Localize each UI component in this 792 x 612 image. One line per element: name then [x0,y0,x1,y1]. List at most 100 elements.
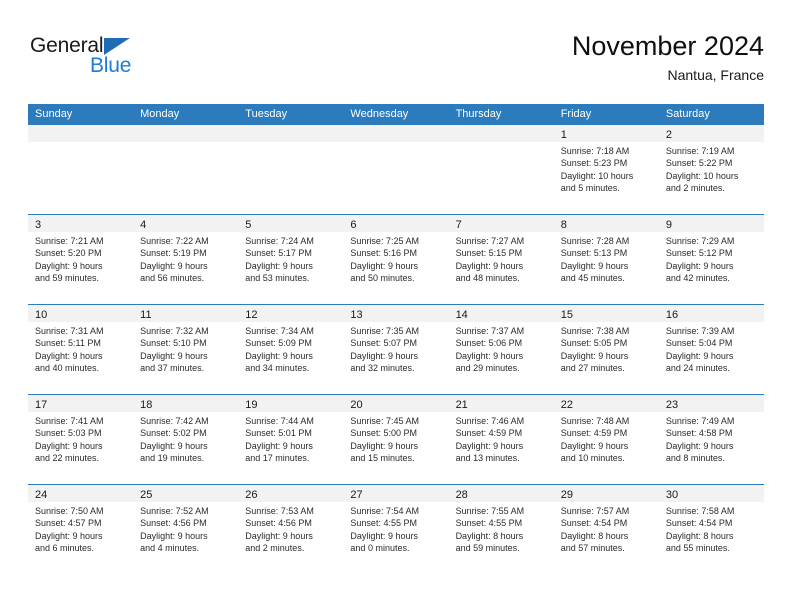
calendar-day-cell[interactable]: 6 Sunrise: 7:25 AM Sunset: 5:16 PM Daylight… [343,215,449,304]
calendar-day-cell[interactable]: 3 Sunrise: 7:21 AM Sunset: 5:20 PM Daylight… [28,215,134,304]
day-detail-line: and 5 minutes. [560,183,620,194]
day-detail-line: Daylight: 9 hours [245,350,313,361]
day-details: Sunrise: 7:55 AM Sunset: 4:55 PM Daylight:… [449,502,554,555]
day-detail-line: Sunset: 4:56 PM [140,518,207,529]
day-detail-line: and 24 minutes. [665,363,730,374]
calendar-day-cell-empty [448,125,554,214]
day-number-band: 26 [238,485,344,502]
day-number: 27 [350,489,363,501]
day-detail-line: Daylight: 9 hours [560,440,629,451]
day-detail-line: Sunrise: 7:22 AM [140,236,209,246]
calendar-day-cell[interactable]: 28 Sunrise: 7:55 AM Sunset: 4:55 PM Dayligh… [448,485,554,574]
day-number-band: 3 [28,215,134,232]
day-details: Sunrise: 7:57 AM Sunset: 4:54 PM Daylight:… [554,502,659,555]
weekday-header-tuesday: Tuesday [245,108,288,120]
day-details [449,142,554,145]
day-detail-line: and 45 minutes. [560,273,625,284]
day-detail-line: and 22 minutes. [35,453,100,464]
calendar-day-cell[interactable]: 4 Sunrise: 7:22 AM Sunset: 5:19 PM Daylight… [133,215,239,304]
calendar-day-cell[interactable]: 21 Sunrise: 7:46 AM Sunset: 4:59 PM Dayligh… [448,395,554,484]
day-detail-line: Sunset: 5:16 PM [350,248,417,259]
day-details: Sunrise: 7:24 AM Sunset: 5:17 PM Daylight:… [238,232,343,285]
day-details [238,142,343,145]
day-details: Sunrise: 7:39 AM Sunset: 5:04 PM Daylight:… [659,322,764,375]
calendar-day-cell[interactable]: 26 Sunrise: 7:53 AM Sunset: 4:56 PM Dayligh… [238,485,344,574]
day-detail-line: and 50 minutes. [350,273,415,284]
calendar-day-cell[interactable]: 11 Sunrise: 7:32 AM Sunset: 5:10 PM Dayligh… [133,305,239,394]
day-detail-line: and 17 minutes. [245,453,310,464]
day-number-band: 5 [238,215,344,232]
day-details: Sunrise: 7:50 AM Sunset: 4:57 PM Daylight:… [28,502,133,555]
day-detail-line: and 32 minutes. [350,363,415,374]
day-number-band: 17 [28,395,134,412]
day-details: Sunrise: 7:18 AM Sunset: 5:23 PM Daylight:… [554,142,659,195]
calendar-day-cell[interactable]: 25 Sunrise: 7:52 AM Sunset: 4:56 PM Dayligh… [133,485,239,574]
day-number-band: 11 [133,305,239,322]
day-detail-line: Sunset: 4:55 PM [455,518,523,529]
calendar-day-cell[interactable]: 29 Sunrise: 7:57 AM Sunset: 4:54 PM Dayligh… [553,485,659,574]
calendar-day-cell[interactable]: 13 Sunrise: 7:35 AM Sunset: 5:07 PM Dayligh… [343,305,449,394]
calendar-day-cell[interactable]: 8 Sunrise: 7:28 AM Sunset: 5:13 PM Daylight… [553,215,659,304]
day-details: Sunrise: 7:32 AM Sunset: 5:10 PM Daylight:… [133,322,238,375]
day-details [133,142,238,145]
calendar-day-cell[interactable]: 23 Sunrise: 7:49 AM Sunset: 4:58 PM Dayligh… [658,395,764,484]
calendar-day-cell[interactable]: 30 Sunrise: 7:58 AM Sunset: 4:54 PM Dayligh… [658,485,764,574]
calendar-day-cell[interactable]: 22 Sunrise: 7:48 AM Sunset: 4:59 PM Dayligh… [553,395,659,484]
day-detail-line: Sunrise: 7:21 AM [35,236,104,246]
calendar-day-cell[interactable]: 19 Sunrise: 7:44 AM Sunset: 5:01 PM Dayligh… [238,395,344,484]
day-detail-line: Daylight: 8 hours [560,530,629,541]
day-detail-line: Daylight: 9 hours [350,350,418,361]
day-number-band: 4 [133,215,239,232]
day-number: 16 [665,309,679,321]
day-details: Sunrise: 7:28 AM Sunset: 5:13 PM Daylight:… [554,232,659,285]
day-detail-line: Sunset: 5:13 PM [560,248,628,259]
day-detail-line: Sunrise: 7:42 AM [140,416,209,426]
day-detail-line: Daylight: 9 hours [455,440,524,451]
weekday-header-sunday: Sunday [35,108,73,120]
day-detail-line: Sunset: 4:56 PM [245,518,312,529]
day-detail-line: Sunrise: 7:29 AM [665,236,735,246]
day-detail-line: and 10 minutes. [560,453,625,464]
day-detail-line: Sunrise: 7:32 AM [140,326,209,336]
day-details: Sunrise: 7:44 AM Sunset: 5:01 PM Daylight:… [238,412,343,465]
calendar-day-cell[interactable]: 16 Sunrise: 7:39 AM Sunset: 5:04 PM Dayligh… [658,305,764,394]
day-detail-line: Sunrise: 7:55 AM [455,506,525,516]
day-detail-line: and 4 minutes. [140,543,200,554]
day-detail-line: Daylight: 9 hours [560,260,629,271]
day-detail-line: Daylight: 10 hours [665,170,739,181]
day-number: 15 [560,309,573,321]
day-number: 25 [140,489,153,501]
calendar-week-row: 24 Sunrise: 7:50 AM Sunset: 4:57 PM Dayligh… [28,484,764,574]
calendar-day-cell[interactable]: 2 Sunrise: 7:19 AM Sunset: 5:22 PM Daylight… [658,125,764,214]
day-detail-line: Sunrise: 7:48 AM [560,416,630,426]
day-detail-line: Sunrise: 7:37 AM [455,326,525,336]
calendar-day-cell[interactable]: 24 Sunrise: 7:50 AM Sunset: 4:57 PM Dayligh… [28,485,134,574]
calendar-day-cell[interactable]: 14 Sunrise: 7:37 AM Sunset: 5:06 PM Dayligh… [448,305,554,394]
calendar-day-cell[interactable]: 7 Sunrise: 7:27 AM Sunset: 5:15 PM Daylight… [448,215,554,304]
calendar-day-cell[interactable]: 12 Sunrise: 7:34 AM Sunset: 5:09 PM Dayligh… [238,305,344,394]
weekday-header-wednesday: Wednesday [350,108,409,120]
calendar-day-cell[interactable]: 20 Sunrise: 7:45 AM Sunset: 5:00 PM Dayligh… [343,395,449,484]
calendar-day-cell[interactable]: 5 Sunrise: 7:24 AM Sunset: 5:17 PM Daylight… [238,215,344,304]
day-number: 28 [455,489,468,501]
day-number-band: 8 [553,215,659,232]
day-detail-line: Daylight: 9 hours [35,350,103,361]
day-detail-line: Daylight: 9 hours [140,350,208,361]
day-detail-line: Daylight: 8 hours [665,530,734,541]
day-detail-line: Sunset: 5:03 PM [35,428,102,439]
day-details: Sunrise: 7:25 AM Sunset: 5:16 PM Daylight:… [343,232,448,285]
day-detail-line: Sunrise: 7:53 AM [245,506,314,516]
day-detail-line: Sunrise: 7:46 AM [455,416,525,426]
calendar-day-cell-empty [133,125,239,214]
day-details: Sunrise: 7:58 AM Sunset: 4:54 PM Daylight:… [659,502,764,555]
calendar-day-cell[interactable]: 15 Sunrise: 7:38 AM Sunset: 5:05 PM Dayligh… [553,305,659,394]
calendar-day-cell[interactable]: 1 Sunrise: 7:18 AM Sunset: 5:23 PM Daylight… [553,125,659,214]
calendar-day-cell[interactable]: 27 Sunrise: 7:54 AM Sunset: 4:55 PM Dayligh… [343,485,449,574]
day-number-band: 22 [553,395,659,412]
calendar-day-cell[interactable]: 17 Sunrise: 7:41 AM Sunset: 5:03 PM Dayligh… [28,395,134,484]
calendar-day-cell[interactable]: 10 Sunrise: 7:31 AM Sunset: 5:11 PM Dayligh… [28,305,134,394]
calendar-day-cell[interactable]: 18 Sunrise: 7:42 AM Sunset: 5:02 PM Dayligh… [133,395,239,484]
calendar-day-cell[interactable]: 9 Sunrise: 7:29 AM Sunset: 5:12 PM Daylight… [658,215,764,304]
brand-logo[interactable]: General Blue [30,34,170,86]
day-detail-line: Sunset: 4:54 PM [665,518,733,529]
